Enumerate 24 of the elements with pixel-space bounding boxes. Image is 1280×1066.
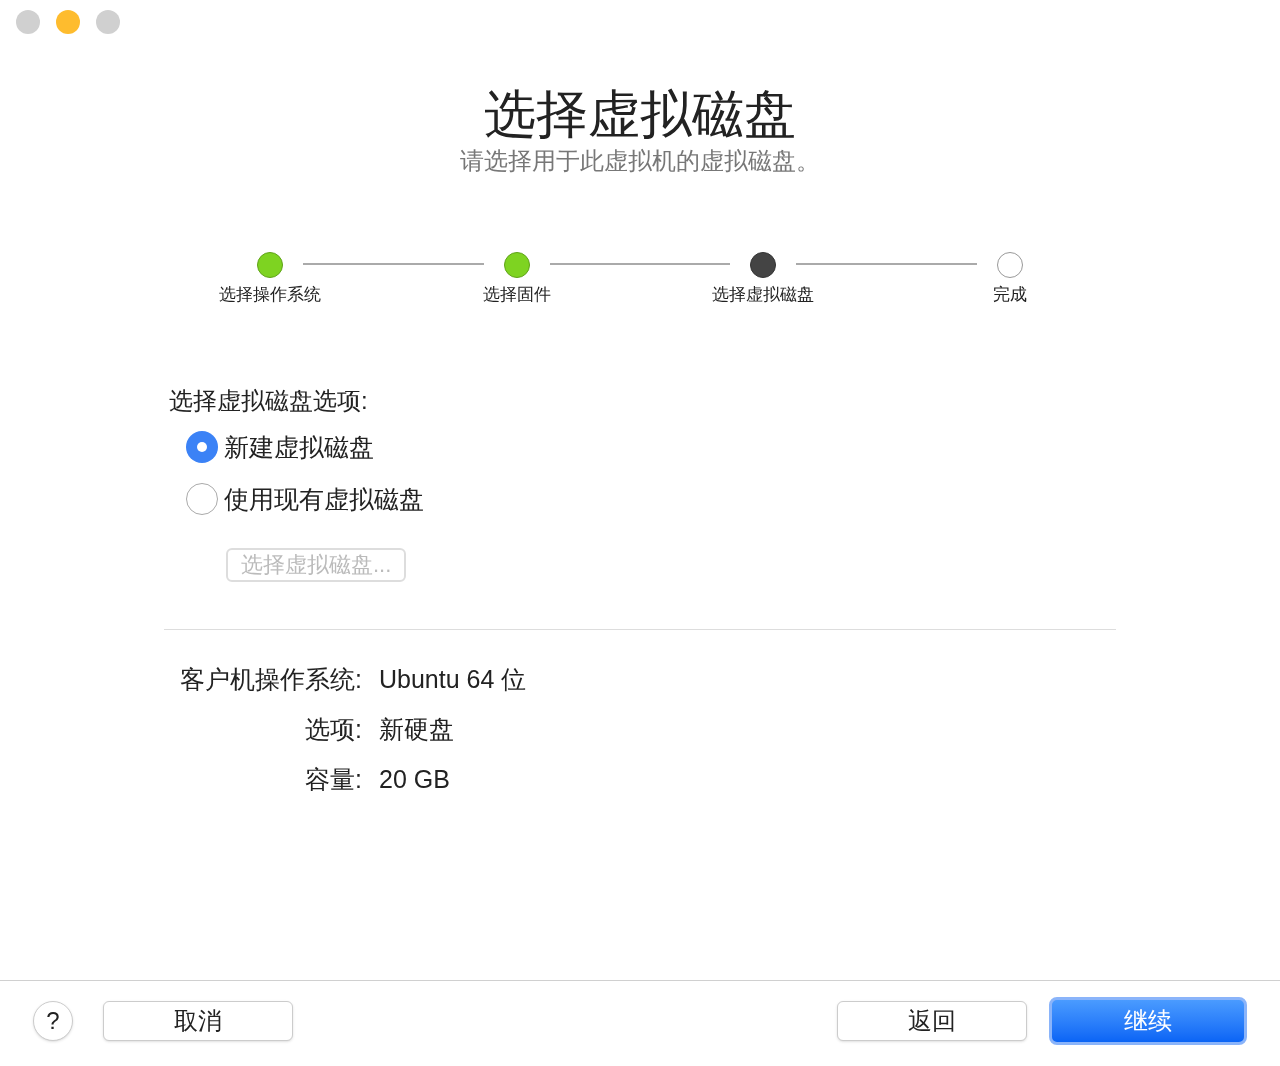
dialog-subtitle: 请选择用于此虚拟机的虚拟磁盘。 — [460, 146, 820, 176]
step-label: 选择虚拟磁盘 — [712, 284, 815, 306]
window-control-button[interactable] — [16, 10, 40, 34]
summary-label: 容量: — [305, 763, 362, 795]
summary-label: 选项: — [305, 713, 362, 745]
radio-button[interactable] — [186, 482, 218, 515]
back-button[interactable]: 返回 — [837, 1000, 1027, 1041]
continue-button[interactable]: 继续 — [1049, 996, 1247, 1045]
section-label: 选择虚拟磁盘选项: — [169, 385, 369, 416]
radio-button[interactable] — [186, 430, 218, 463]
step-label: 选择固件 — [482, 284, 551, 306]
summary-value: Ubuntu 64 位 — [379, 663, 527, 695]
summary-label: 客户机操作系统: — [180, 663, 362, 695]
help-button[interactable]: ? — [33, 1000, 73, 1041]
dialog-title: 选择虚拟磁盘 — [484, 84, 796, 145]
step-label: 选择操作系统 — [219, 284, 321, 306]
cancel-button[interactable]: 取消 — [103, 1000, 293, 1041]
summary-value: 20 GB — [379, 763, 451, 795]
window-control-button[interactable] — [96, 10, 120, 34]
radio-option[interactable]: 新建虚拟磁盘 — [186, 429, 1280, 464]
step-label: 完成 — [993, 284, 1027, 306]
radio-option[interactable]: 使用现有虚拟磁盘 — [186, 481, 1280, 516]
window-control-button[interactable] — [56, 10, 80, 34]
summary-value: 新硬盘 — [379, 713, 455, 745]
